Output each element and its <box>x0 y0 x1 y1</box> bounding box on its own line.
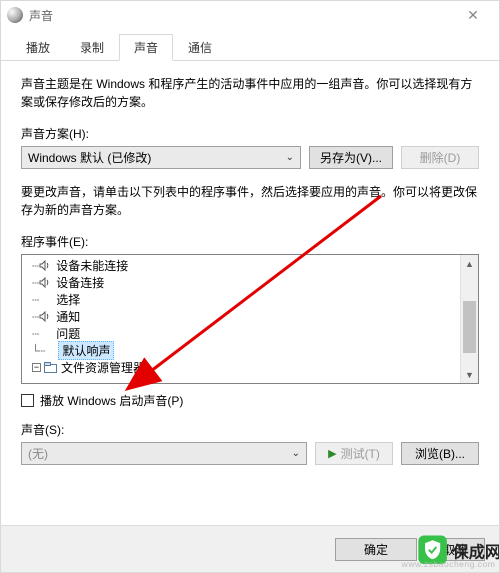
sound-value: (无) <box>28 445 48 462</box>
tab-strip: 播放 录制 声音 通信 <box>1 29 499 61</box>
chevron-down-icon: ⌄ <box>286 152 294 163</box>
list-item-selected[interactable]: └┄ 默认响声 <box>24 342 476 359</box>
speaker-icon <box>38 260 52 271</box>
scheme-value: Windows 默认 (已修改) <box>28 149 151 166</box>
scrollbar[interactable]: ▲ ▼ <box>460 255 478 383</box>
watermark: 保成网 www.zsbaocheng.com <box>418 536 500 565</box>
folder-icon <box>43 362 57 373</box>
save-as-button[interactable]: 另存为(V)... <box>309 146 393 169</box>
sound-combobox[interactable]: (无) ⌄ <box>21 442 307 465</box>
scroll-thumb[interactable] <box>463 301 476 353</box>
browse-button[interactable]: 浏览(B)... <box>401 442 479 465</box>
tab-sounds[interactable]: 声音 <box>119 34 173 61</box>
sound-dialog: 声音 ✕ 播放 录制 声音 通信 声音主题是在 Windows 和程序产生的活动… <box>0 0 500 573</box>
list-item[interactable]: ┄ 选择 <box>24 291 476 308</box>
sound-label: 声音(S): <box>21 421 479 438</box>
events-label: 程序事件(E): <box>21 233 479 250</box>
item-label: 问题 <box>52 325 80 342</box>
speaker-icon <box>38 277 52 288</box>
test-button: ▶ 测试(T) <box>315 442 393 465</box>
window-title: 声音 <box>29 7 453 24</box>
item-label: 默认响声 <box>58 341 114 360</box>
list-item[interactable]: ┄ 通知 <box>24 308 476 325</box>
scroll-up-button[interactable]: ▲ <box>461 255 478 272</box>
scheme-description: 声音主题是在 Windows 和程序产生的活动事件中应用的一组声音。你可以选择现… <box>21 75 479 111</box>
list-item[interactable]: ┄ 问题 <box>24 325 476 342</box>
system-icon <box>7 7 23 23</box>
titlebar: 声音 ✕ <box>1 1 499 29</box>
play-startup-checkbox[interactable] <box>21 394 34 407</box>
scheme-label: 声音方案(H): <box>21 125 479 142</box>
item-label: 通知 <box>52 308 80 325</box>
item-label: 选择 <box>52 291 80 308</box>
tab-recording[interactable]: 录制 <box>65 34 119 61</box>
scheme-combobox[interactable]: Windows 默认 (已修改) ⌄ <box>21 146 301 169</box>
list-item[interactable]: ┄ 设备连接 <box>24 274 476 291</box>
tab-content: 声音主题是在 Windows 和程序产生的活动事件中应用的一组声音。你可以选择现… <box>1 61 499 483</box>
item-label: 文件资源管理器 <box>57 359 145 376</box>
play-icon: ▶ <box>328 447 336 460</box>
close-button[interactable]: ✕ <box>453 1 493 29</box>
tab-communications[interactable]: 通信 <box>173 34 227 61</box>
events-description: 要更改声音，请单击以下列表中的程序事件，然后选择要应用的声音。你可以将更改保存为… <box>21 183 479 219</box>
list-item[interactable]: − 文件资源管理器 <box>24 359 476 376</box>
scroll-down-button[interactable]: ▼ <box>461 366 478 383</box>
program-events-list[interactable]: ┄ 设备未能连接 ┄ 设备连接 ┄ 选择 <box>21 254 479 384</box>
ok-button[interactable]: 确定 <box>335 538 417 561</box>
speaker-icon <box>38 311 52 322</box>
item-label: 设备未能连接 <box>52 257 128 274</box>
watermark-text: 保成网 <box>453 538 500 562</box>
item-label: 设备连接 <box>52 274 104 291</box>
tab-playback[interactable]: 播放 <box>11 34 65 61</box>
collapse-icon[interactable]: − <box>32 363 41 372</box>
play-startup-label: 播放 Windows 启动声音(P) <box>40 392 183 409</box>
delete-button: 删除(D) <box>401 146 479 169</box>
chevron-down-icon: ⌄ <box>292 448 300 459</box>
list-item[interactable]: ┄ 设备未能连接 <box>24 257 476 274</box>
watermark-url: www.zsbaocheng.com <box>402 559 496 569</box>
